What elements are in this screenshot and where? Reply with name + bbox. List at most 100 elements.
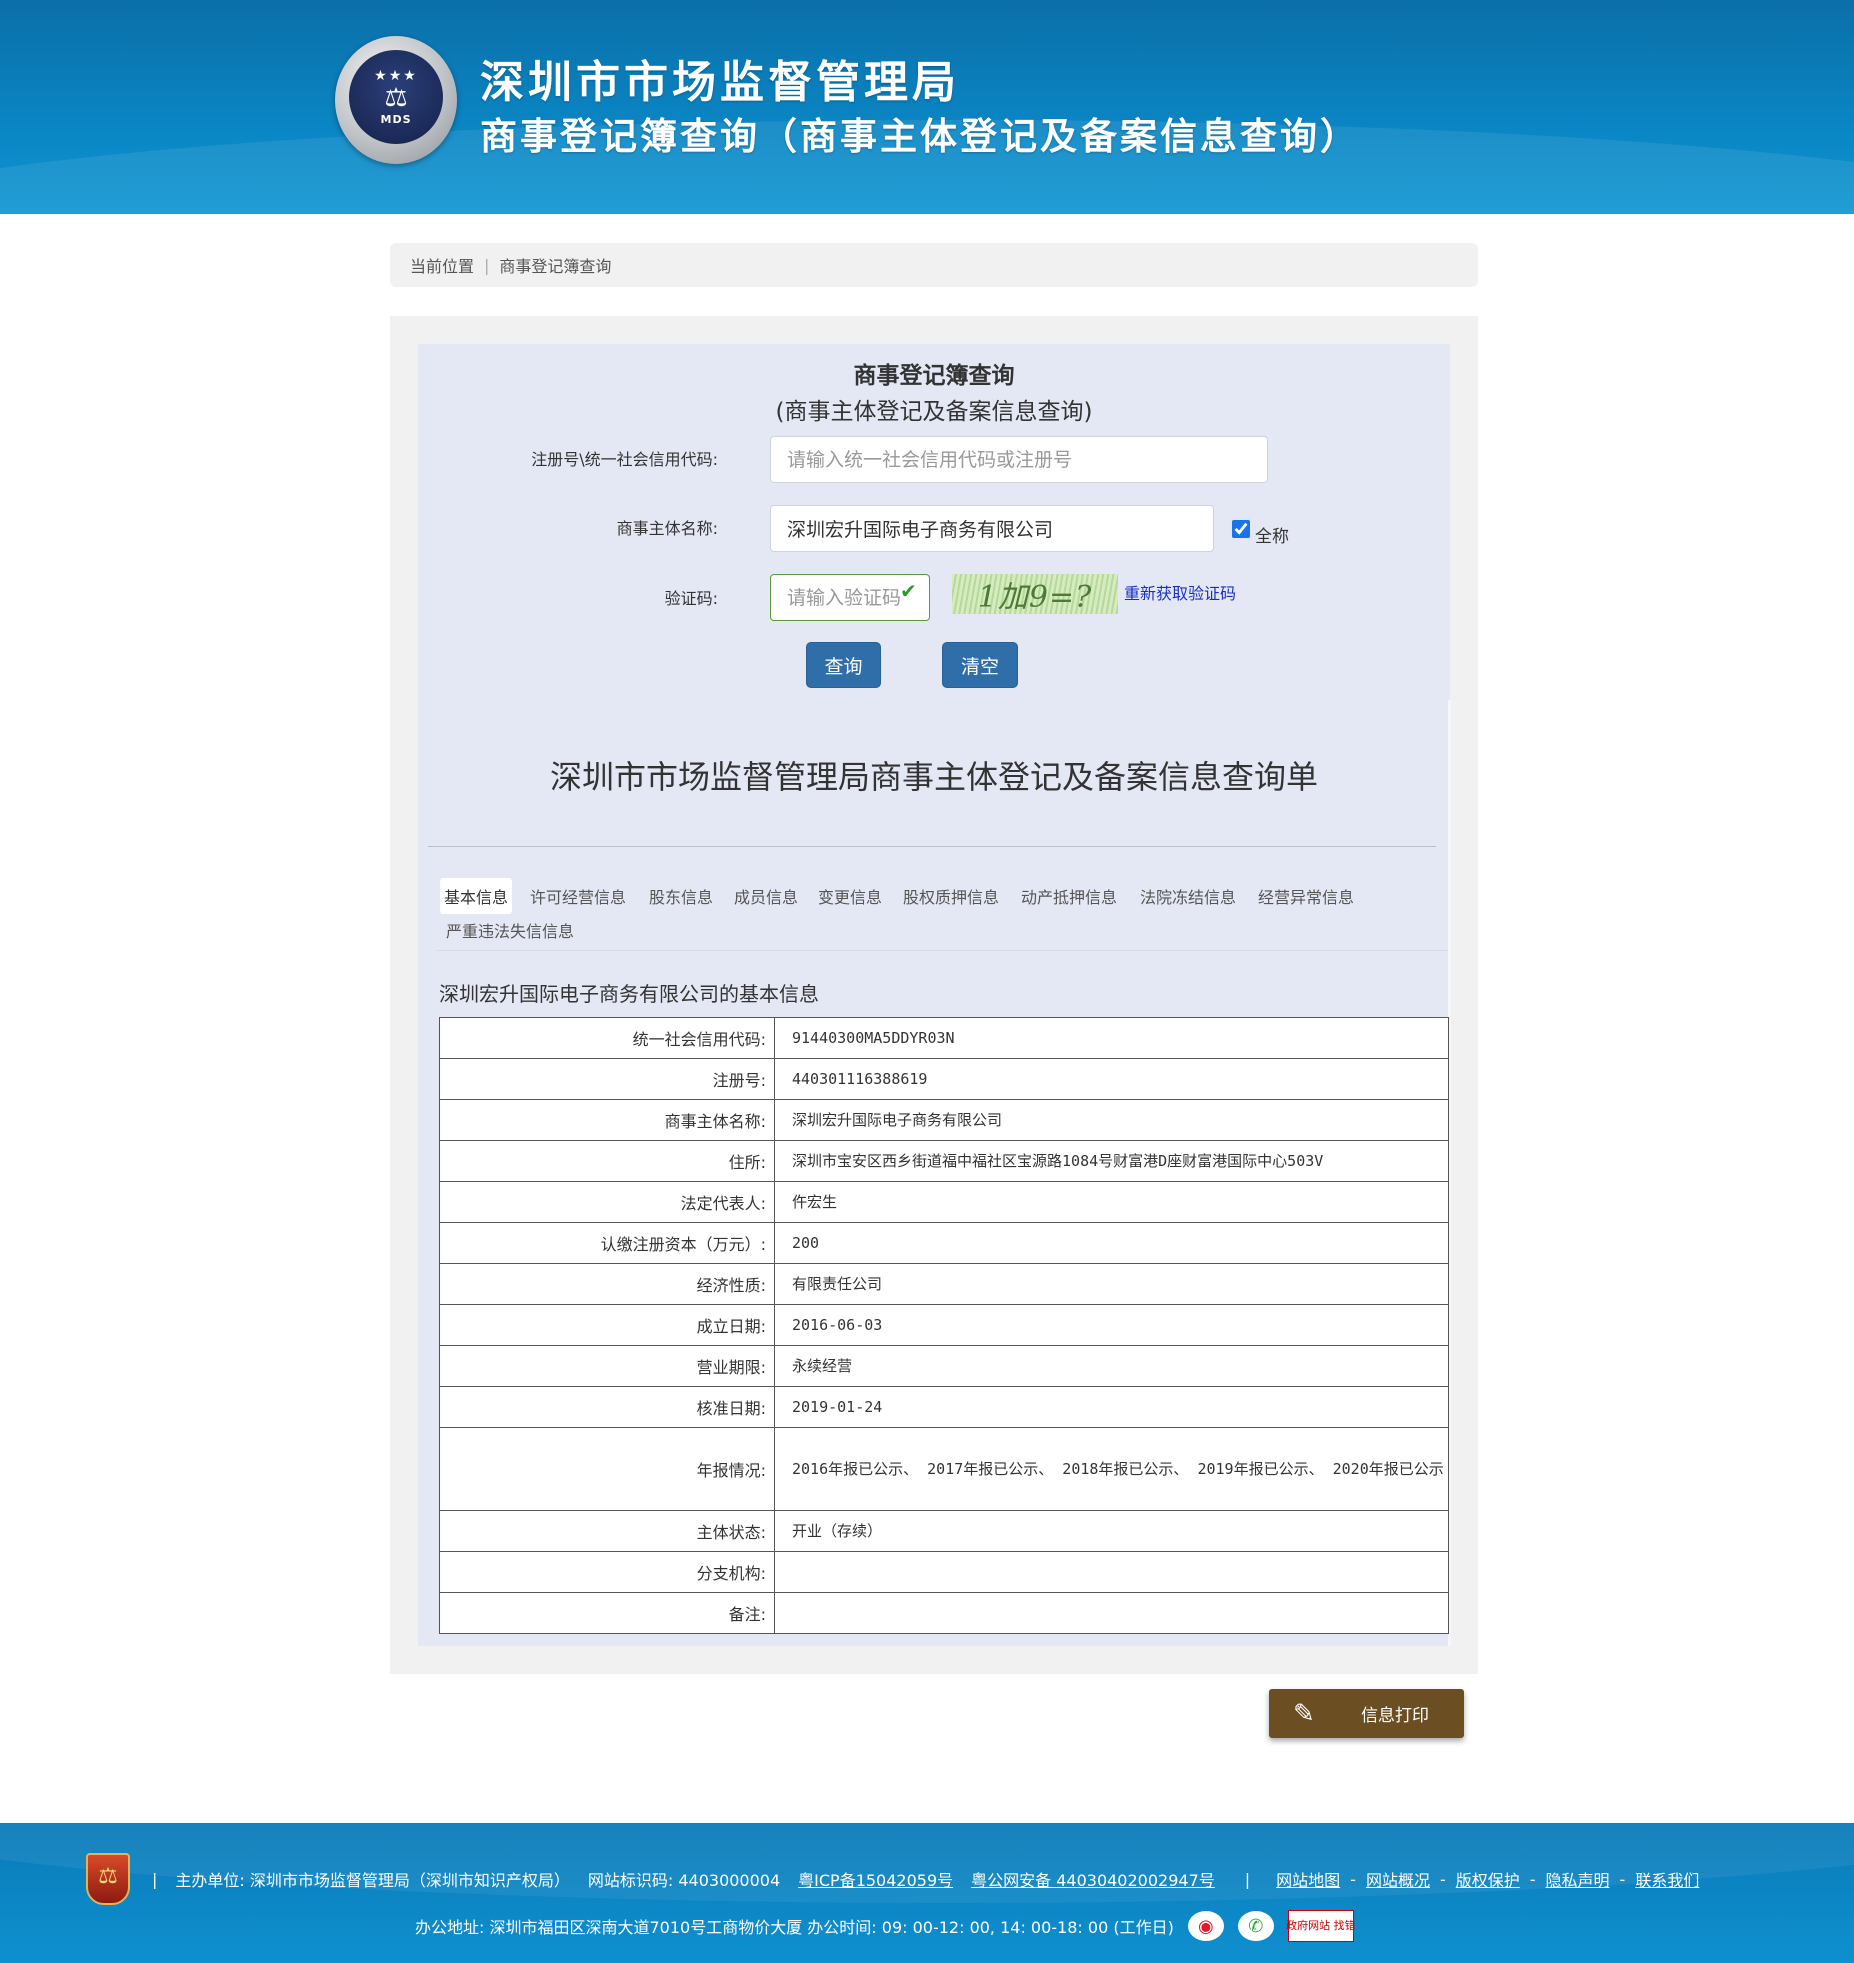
result-title: 深圳市市场监督管理局商事主体登记及备案信息查询单: [549, 758, 1318, 796]
tab-license-info[interactable]: 许可经营信息: [526, 878, 630, 914]
tab-chattel-mortgage-info[interactable]: 动产抵押信息: [1017, 878, 1121, 914]
table-row: 主体状态: 开业（存续）: [439, 1510, 1449, 1552]
footer-info-row: | 主办单位: 深圳市市场监督管理局（深圳市知识产权局） 网站标识码: 4403…: [152, 1867, 1699, 1891]
tabs-underline: [436, 950, 1448, 951]
info-field-value: 91440300MA5DDYR03N: [774, 1017, 1449, 1059]
gov-error-report-badge[interactable]: 政府网站 找错: [1286, 1910, 1356, 1942]
tab-change-info[interactable]: 变更信息: [814, 878, 886, 914]
footer-dash: -: [1529, 1869, 1536, 1889]
footer-police-link[interactable]: 粤公网安备 44030402002947号: [971, 1867, 1215, 1891]
company-name-input[interactable]: [770, 505, 1214, 552]
footer-host: 主办单位: 深圳市市场监督管理局（深圳市知识产权局）: [175, 1871, 570, 1890]
fullname-label[interactable]: 全称: [1255, 522, 1289, 547]
refresh-captcha-link[interactable]: 重新获取验证码: [1124, 580, 1236, 604]
info-field-label: 经济性质:: [439, 1263, 775, 1305]
info-field-value: [774, 1551, 1449, 1593]
info-field-value: 仵宏生: [774, 1181, 1449, 1223]
print-button-label: 信息打印: [1361, 1706, 1429, 1726]
info-field-label: 营业期限:: [439, 1345, 775, 1387]
info-field-label: 备注:: [439, 1592, 775, 1634]
clear-button[interactable]: 清空: [942, 642, 1018, 688]
info-field-value: 2019-01-24: [774, 1386, 1449, 1428]
table-row: 统一社会信用代码: 91440300MA5DDYR03N: [439, 1017, 1449, 1059]
footer-link-overview[interactable]: 网站概况: [1366, 1867, 1430, 1891]
info-field-value: 440301116388619: [774, 1058, 1449, 1100]
footer-dash: -: [1619, 1869, 1626, 1889]
table-row: 核准日期: 2019-01-24: [439, 1386, 1449, 1428]
info-field-label: 认缴注册资本（万元）:: [439, 1222, 775, 1264]
result-divider: [428, 846, 1436, 847]
tab-shareholder-info[interactable]: 股东信息: [645, 878, 717, 914]
info-field-value: [774, 1592, 1449, 1634]
info-field-label: 注册号:: [439, 1058, 775, 1100]
captcha-image-text: 1加9=?: [977, 580, 1093, 615]
reg-number-label: 注册号\统一社会信用代码:: [531, 450, 718, 469]
site-footer: ⚖ | 主办单位: 深圳市市场监督管理局（深圳市知识产权局） 网站标识码: 44…: [0, 1823, 1854, 1963]
info-field-value: 2016-06-03: [774, 1304, 1449, 1346]
captcha-image[interactable]: 1加9=?: [952, 574, 1118, 615]
footer-link-privacy[interactable]: 隐私声明: [1546, 1867, 1610, 1891]
tab-basic-info[interactable]: 基本信息: [440, 878, 513, 914]
basic-info-table: 统一社会信用代码: 91440300MA5DDYR03N 注册号: 440301116…: [439, 1017, 1449, 1634]
wechat-icon[interactable]: ✆: [1237, 1911, 1274, 1941]
info-field-value: 有限责任公司: [774, 1263, 1449, 1305]
site-header: ★★★ ⚖ MDS 深圳市市场监督管理局 商事登记簿查询（商事主体登记及备案信息…: [0, 0, 1854, 214]
table-row: 住所: 深圳市宝安区西乡街道福中福社区宝源路1084号财富港D座财富港国际中心50…: [439, 1140, 1449, 1182]
scale-icon: ⚖: [384, 82, 408, 113]
breadcrumb-current[interactable]: 商事登记簿查询: [499, 253, 611, 277]
captcha-valid-check-icon: ✔: [900, 579, 917, 603]
info-field-label: 核准日期:: [439, 1386, 775, 1428]
reg-number-input[interactable]: [770, 436, 1268, 483]
table-row: 年报情况: 2016年报已公示、 2017年报已公示、 2018年报已公示、 20…: [439, 1427, 1449, 1511]
breadcrumb: 当前位置 | 商事登记簿查询: [390, 243, 1478, 287]
footer-link-copyright[interactable]: 版权保护: [1456, 1867, 1520, 1891]
info-field-value: 深圳市宝安区西乡街道福中福社区宝源路1084号财富港D座财富港国际中心503V: [774, 1140, 1449, 1182]
table-row: 备注:: [439, 1592, 1449, 1634]
table-row: 认缴注册资本（万元）: 200: [439, 1222, 1449, 1264]
print-info-button[interactable]: ✎ 信息打印: [1269, 1689, 1464, 1738]
table-row: 营业期限: 永续经营: [439, 1345, 1449, 1387]
footer-separator: |: [152, 1869, 158, 1889]
company-info-heading: 深圳宏升国际电子商务有限公司的基本信息: [439, 982, 819, 1006]
info-field-label: 统一社会信用代码:: [439, 1017, 775, 1059]
info-field-label: 年报情况:: [439, 1427, 775, 1511]
table-row: 成立日期: 2016-06-03: [439, 1304, 1449, 1346]
info-field-value: 永续经营: [774, 1345, 1449, 1387]
tab-member-info[interactable]: 成员信息: [730, 878, 802, 914]
header-title: 深圳市市场监督管理局: [480, 57, 960, 108]
info-field-value: 2016年报已公示、 2017年报已公示、 2018年报已公示、 2019年报已…: [774, 1427, 1449, 1511]
footer-site-id: 网站标识码: 4403000004: [587, 1871, 781, 1890]
info-field-label: 主体状态:: [439, 1510, 775, 1552]
footer-icp-link[interactable]: 粤ICP备15042059号: [798, 1867, 953, 1891]
table-row: 法定代表人: 仵宏生: [439, 1181, 1449, 1223]
agency-logo: ★★★ ⚖ MDS: [335, 36, 457, 164]
table-row: 商事主体名称: 深圳宏升国际电子商务有限公司: [439, 1099, 1449, 1141]
info-field-value: 深圳宏升国际电子商务有限公司: [774, 1099, 1449, 1141]
footer-separator: |: [1244, 1869, 1251, 1889]
footer-dash: -: [1439, 1869, 1446, 1889]
stars-icon: ★★★: [374, 67, 418, 84]
footer-link-contact[interactable]: 联系我们: [1635, 1867, 1699, 1891]
query-button[interactable]: 查询: [806, 642, 881, 688]
breadcrumb-separator: |: [484, 255, 490, 275]
footer-emblem-icon: ⚖: [86, 1853, 130, 1905]
tab-court-freeze-info[interactable]: 法院冻结信息: [1136, 878, 1240, 914]
fullname-checkbox[interactable]: [1232, 520, 1250, 538]
pencil-icon: ✎: [1293, 1698, 1315, 1729]
info-field-value: 200: [774, 1222, 1449, 1264]
tab-equity-pledge-info[interactable]: 股权质押信息: [899, 878, 1003, 914]
footer-decoration: [0, 1823, 1854, 1903]
table-row: 注册号: 440301116388619: [439, 1058, 1449, 1100]
footer-dash: -: [1350, 1869, 1356, 1889]
weibo-icon[interactable]: ◉: [1187, 1911, 1224, 1941]
footer-link-sitemap[interactable]: 网站地图: [1276, 1867, 1340, 1891]
tab-abnormal-operation-info[interactable]: 经营异常信息: [1254, 878, 1358, 914]
info-field-label: 分支机构:: [439, 1551, 775, 1593]
table-row: 分支机构:: [439, 1551, 1449, 1593]
logo-text: MDS: [380, 112, 412, 126]
tab-serious-violation-info[interactable]: 严重违法失信信息: [442, 912, 578, 948]
form-subtitle: (商事主体登记及备案信息查询): [775, 399, 1093, 425]
form-title: 商事登记簿查询: [853, 363, 1015, 389]
table-row: 经济性质: 有限责任公司: [439, 1263, 1449, 1305]
footer-address: 办公地址: 深圳市福田区深南大道7010号工商物价大厦 办公时间: 09: 00…: [415, 1918, 1174, 1937]
